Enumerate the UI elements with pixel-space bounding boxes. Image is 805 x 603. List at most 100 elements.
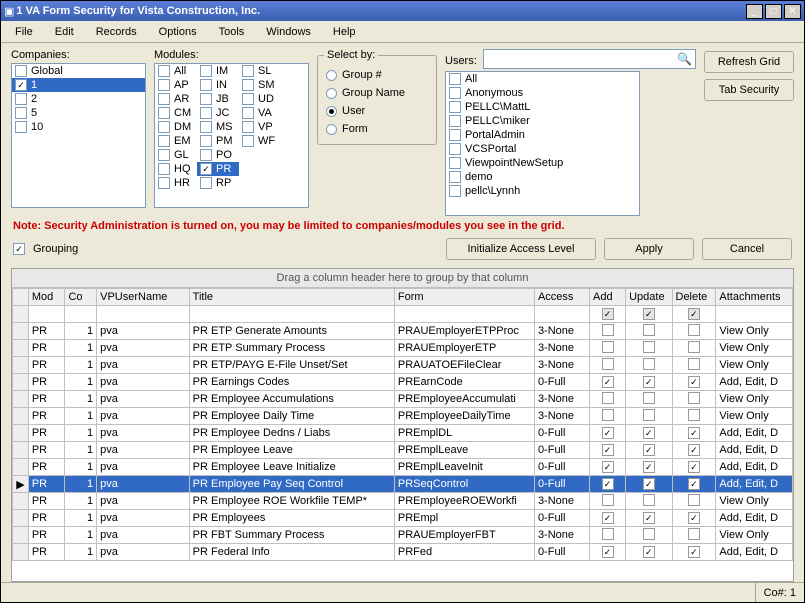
table-row[interactable]: PR1pvaPR FBT Summary ProcessPRAUEmployer… (13, 527, 793, 544)
table-row[interactable]: PR1pvaPR Employee AccumulationsPREmploye… (13, 391, 793, 408)
update-checkbox[interactable] (643, 341, 655, 353)
search-box[interactable]: 🔍 (483, 49, 696, 69)
cancel-button[interactable]: Cancel (702, 238, 792, 260)
user-checkbox[interactable] (449, 101, 461, 113)
update-checkbox[interactable] (643, 324, 655, 336)
module-item[interactable]: JB (197, 92, 239, 106)
module-checkbox[interactable] (200, 121, 212, 133)
cell-access[interactable]: 0-Full (534, 476, 589, 493)
user-item[interactable]: ViewpointNewSetup (446, 156, 639, 170)
delete-checkbox[interactable] (688, 461, 700, 473)
update-checkbox[interactable] (643, 494, 655, 506)
module-item[interactable]: IM (197, 64, 239, 78)
cell-access[interactable]: 0-Full (534, 442, 589, 459)
module-item[interactable]: WF (239, 134, 281, 148)
menu-file[interactable]: File (5, 24, 43, 40)
user-item[interactable]: All (446, 72, 639, 86)
menu-options[interactable]: Options (149, 24, 207, 40)
user-checkbox[interactable] (449, 87, 461, 99)
module-item[interactable]: MS (197, 120, 239, 134)
cell-attachments[interactable]: View Only (716, 323, 793, 340)
delete-checkbox[interactable] (688, 409, 700, 421)
delete-checkbox[interactable] (688, 512, 700, 524)
menu-edit[interactable]: Edit (45, 24, 84, 40)
user-item[interactable]: VCSPortal (446, 142, 639, 156)
update-checkbox[interactable] (643, 546, 655, 558)
cell-access[interactable]: 3-None (534, 408, 589, 425)
module-item[interactable]: SL (239, 64, 281, 78)
module-item[interactable]: UD (239, 92, 281, 106)
user-checkbox[interactable] (449, 185, 461, 197)
update-checkbox[interactable] (643, 392, 655, 404)
module-checkbox[interactable] (242, 79, 254, 91)
add-checkbox[interactable] (602, 392, 614, 404)
column-header[interactable]: Form (394, 289, 534, 306)
menu-windows[interactable]: Windows (256, 24, 321, 40)
close-button[interactable]: ✕ (784, 4, 801, 19)
module-checkbox[interactable] (200, 65, 212, 77)
user-checkbox[interactable] (449, 171, 461, 183)
company-checkbox[interactable] (15, 93, 27, 105)
company-checkbox[interactable] (15, 107, 27, 119)
table-row[interactable]: PR1pvaPR ETP Summary ProcessPRAUEmployer… (13, 340, 793, 357)
module-checkbox[interactable] (200, 163, 212, 175)
module-item[interactable]: RP (197, 176, 239, 190)
table-row[interactable]: PR1pvaPR Employee Dedns / LiabsPREmplDL0… (13, 425, 793, 442)
table-row[interactable]: PR1pvaPR ETP Generate AmountsPRAUEmploye… (13, 323, 793, 340)
module-item[interactable]: AR (155, 92, 197, 106)
update-checkbox[interactable] (643, 376, 655, 388)
module-checkbox[interactable] (242, 93, 254, 105)
table-row[interactable]: PR1pvaPR Earnings CodesPREarnCode0-FullA… (13, 374, 793, 391)
module-item[interactable]: VA (239, 106, 281, 120)
cell-access[interactable]: 0-Full (534, 425, 589, 442)
module-item[interactable]: CM (155, 106, 197, 120)
module-checkbox[interactable] (242, 121, 254, 133)
filter-checkbox[interactable] (602, 308, 614, 320)
module-item[interactable]: SM (239, 78, 281, 92)
cell-access[interactable]: 3-None (534, 391, 589, 408)
company-item[interactable]: 10 (12, 120, 145, 134)
cell-access[interactable]: 3-None (534, 340, 589, 357)
cell-access[interactable]: 0-Full (534, 374, 589, 391)
table-row[interactable]: PR1pvaPR Employee LeavePREmplLeave0-Full… (13, 442, 793, 459)
update-checkbox[interactable] (643, 478, 655, 490)
selectby-radio[interactable]: Form (326, 120, 428, 138)
cell-attachments[interactable]: Add, Edit, D (716, 510, 793, 527)
module-checkbox[interactable] (158, 163, 170, 175)
company-item[interactable]: 2 (12, 92, 145, 106)
table-row[interactable]: PR1pvaPR EmployeesPREmpl0-FullAdd, Edit,… (13, 510, 793, 527)
module-checkbox[interactable] (200, 177, 212, 189)
user-item[interactable]: Anonymous (446, 86, 639, 100)
add-checkbox[interactable] (602, 358, 614, 370)
maximize-button[interactable]: □ (765, 4, 782, 19)
delete-checkbox[interactable] (688, 427, 700, 439)
tab-security-button[interactable]: Tab Security (704, 79, 794, 101)
module-checkbox[interactable] (242, 107, 254, 119)
cell-access[interactable]: 0-Full (534, 459, 589, 476)
menu-help[interactable]: Help (323, 24, 366, 40)
column-header[interactable]: Delete (672, 289, 716, 306)
add-checkbox[interactable] (602, 444, 614, 456)
cell-attachments[interactable]: View Only (716, 408, 793, 425)
cell-attachments[interactable]: Add, Edit, D (716, 544, 793, 561)
search-input[interactable] (487, 52, 677, 66)
add-checkbox[interactable] (602, 494, 614, 506)
module-checkbox[interactable] (200, 107, 212, 119)
update-checkbox[interactable] (643, 358, 655, 370)
company-checkbox[interactable] (15, 65, 27, 77)
selectby-radio[interactable]: User (326, 102, 428, 120)
user-checkbox[interactable] (449, 73, 461, 85)
refresh-grid-button[interactable]: Refresh Grid (704, 51, 794, 73)
cell-access[interactable]: 3-None (534, 493, 589, 510)
module-checkbox[interactable] (158, 121, 170, 133)
add-checkbox[interactable] (602, 376, 614, 388)
cell-attachments[interactable]: View Only (716, 391, 793, 408)
selectby-radio[interactable]: Group # (326, 66, 428, 84)
column-header[interactable]: Title (189, 289, 394, 306)
delete-checkbox[interactable] (688, 392, 700, 404)
modules-list[interactable]: AllAPARCMDMEMGLHQHRIMINJBJCMSPMPOPRRPSLS… (154, 63, 309, 208)
delete-checkbox[interactable] (688, 341, 700, 353)
module-checkbox[interactable] (200, 135, 212, 147)
module-checkbox[interactable] (158, 177, 170, 189)
user-checkbox[interactable] (449, 157, 461, 169)
